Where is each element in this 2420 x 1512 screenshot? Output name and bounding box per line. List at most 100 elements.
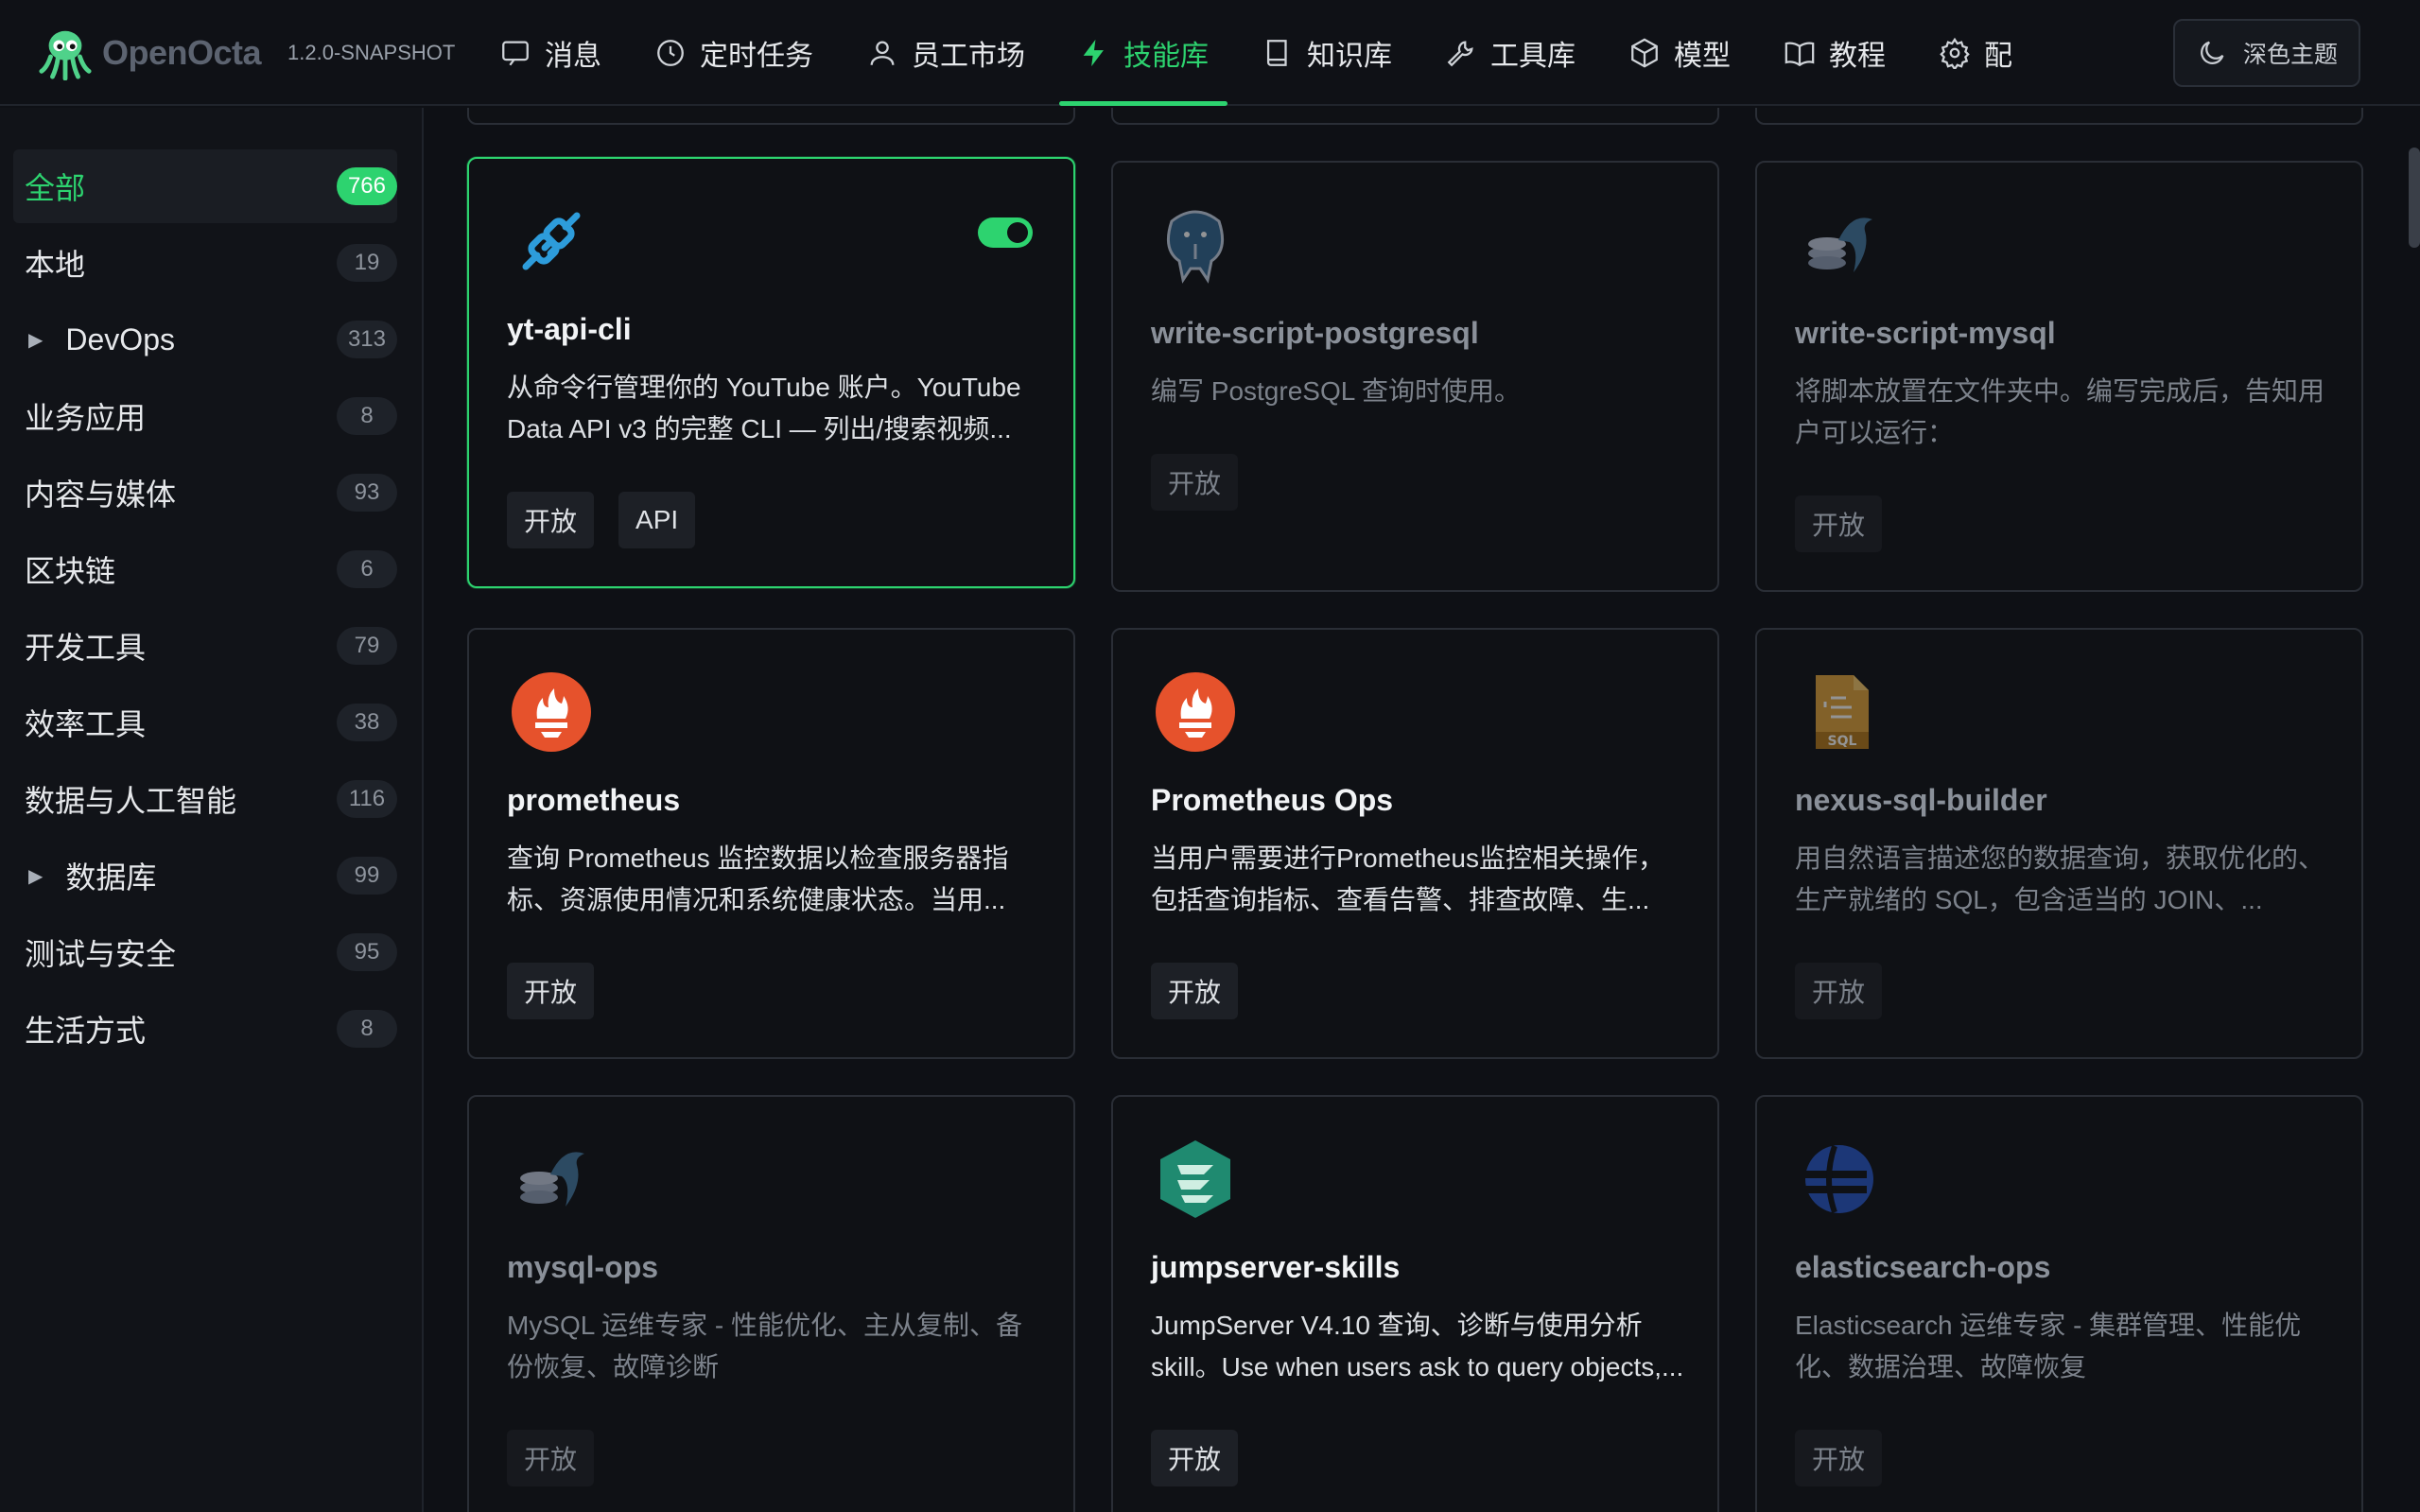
- version-label: 1.2.0-SNAPSHOT: [287, 41, 456, 64]
- tag-list: 开放 API: [507, 492, 720, 548]
- nav-label: 知识库: [1307, 41, 1392, 72]
- skill-description: 查询 Prometheus 监控数据以检查服务器指标、资源使用情况和系统健康状态…: [507, 843, 1009, 914]
- book-icon: [1266, 40, 1287, 66]
- skill-title: yt-api-cli: [507, 312, 632, 346]
- skill-description: JumpServer V4.10 查询、诊断与使用分析 skill。Use wh…: [1151, 1311, 1684, 1382]
- plug-icon: [522, 212, 581, 270]
- category-count-badge: 766: [336, 167, 397, 205]
- category-count-badge: 38: [337, 704, 397, 741]
- mysql-dolphin-icon: [520, 1152, 584, 1207]
- category-sidebar: 全部 766 本地 19 ▶ DevOps 313 业务应用 8 内容与媒体 9…: [0, 108, 424, 1512]
- skill-description: 当用户需要进行Prometheus监控相关操作，包括查询指标、查看告警、排查故障…: [1151, 843, 1664, 914]
- category-label: 区块链: [25, 554, 116, 588]
- tag-open: 开放: [507, 1430, 595, 1486]
- brand[interactable]: OpenOcta 1.2.0-SNAPSHOT: [38, 25, 455, 81]
- nav-item-config[interactable]: 配: [1920, 0, 2031, 106]
- category-count-badge: 93: [337, 474, 397, 512]
- category-local[interactable]: 本地 19: [13, 226, 397, 300]
- tag-open: 开放: [507, 963, 595, 1019]
- category-database[interactable]: ▶ 数据库 99: [13, 839, 397, 912]
- skill-card-partial[interactable]: [1111, 108, 1719, 125]
- category-count-badge: 99: [337, 857, 397, 895]
- skill-card-partial[interactable]: [467, 108, 1075, 125]
- category-data-ai[interactable]: 数据与人工智能 116: [13, 762, 397, 836]
- tag-open: 开放: [1795, 963, 1883, 1019]
- skill-card-write-script-postgresql[interactable]: write-script-postgresql 编写 PostgreSQL 查询…: [1111, 161, 1719, 592]
- category-count-badge: 79: [337, 627, 397, 665]
- brand-name: OpenOcta: [102, 33, 262, 72]
- category-testing-security[interactable]: 测试与安全 95: [13, 915, 397, 989]
- nav-item-messages[interactable]: 消息: [480, 0, 620, 106]
- category-content-media[interactable]: 内容与媒体 93: [13, 456, 397, 530]
- skill-description: Elasticsearch 运维专家 - 集群管理、性能优化、数据治理、故障恢复: [1795, 1311, 2302, 1382]
- scrollbar-thumb[interactable]: [2409, 148, 2420, 248]
- tag-open: 开放: [1151, 963, 1239, 1019]
- prometheus-flame-icon: [1156, 672, 1235, 752]
- category-label: 生活方式: [25, 1014, 147, 1048]
- category-blockchain[interactable]: 区块链 6: [13, 532, 397, 606]
- message-icon: [502, 41, 529, 66]
- skill-card-mysql-ops[interactable]: mysql-ops MySQL 运维专家 - 性能优化、主从复制、备份恢复、故障…: [467, 1095, 1075, 1512]
- category-dev-tools[interactable]: 开发工具 79: [13, 609, 397, 683]
- skill-card-nexus-sql-builder[interactable]: SQL nexus-sql-builder 用自然语言描述您的数据查询，获取优化…: [1755, 628, 2363, 1059]
- nav-label: 配: [1984, 41, 2012, 72]
- open-book-icon: [1785, 42, 1815, 67]
- skill-title: prometheus: [507, 783, 681, 817]
- skill-description: 用自然语言描述您的数据查询，获取优化的、生产就绪的 SQL，包含适当的 JOIN…: [1795, 843, 2325, 914]
- category-label: 业务应用: [25, 401, 147, 435]
- nav-item-models[interactable]: 模型: [1610, 0, 1750, 106]
- category-label: DevOps: [65, 322, 175, 356]
- skill-description: MySQL 运维专家 - 性能优化、主从复制、备份恢复、故障诊断: [507, 1311, 1022, 1382]
- gear-icon: [1940, 37, 1970, 69]
- postgresql-elephant-icon: [1166, 210, 1225, 284]
- expand-caret-icon[interactable]: ▶: [28, 328, 43, 352]
- skill-title: write-script-postgresql: [1151, 316, 1479, 350]
- skill-card-jumpserver-skills[interactable]: jumpserver-skills JumpServer V4.10 查询、诊断…: [1111, 1095, 1719, 1512]
- category-label: 本地: [25, 248, 86, 282]
- nav-label: 员工市场: [912, 41, 1025, 72]
- category-business-apps[interactable]: 业务应用 8: [13, 379, 397, 453]
- skill-description: 编写 PostgreSQL 查询时使用。: [1151, 376, 1522, 406]
- tag-open: 开放: [1151, 454, 1239, 511]
- nav-label: 定时任务: [700, 41, 813, 72]
- skill-description: 将脚本放置在文件夹中。编写完成后，告知用户可以运行：: [1795, 376, 2325, 447]
- expand-caret-icon[interactable]: ▶: [28, 864, 43, 888]
- category-count-badge: 313: [336, 321, 397, 358]
- category-label: 数据与人工智能: [25, 784, 237, 818]
- nav-item-knowledge-base[interactable]: 知识库: [1243, 0, 1411, 106]
- category-devops[interactable]: ▶ DevOps 313: [13, 303, 397, 376]
- category-all[interactable]: 全部 766: [13, 149, 397, 223]
- tag-list: 开放: [1151, 1430, 1262, 1486]
- enable-toggle[interactable]: [978, 217, 1033, 248]
- moon-icon: [2201, 41, 2224, 64]
- skill-card-prometheus[interactable]: prometheus 查询 Prometheus 监控数据以检查服务器指标、资源…: [467, 628, 1075, 1059]
- skill-card-elasticsearch-ops[interactable]: elasticsearch-ops Elasticsearch 运维专家 - 集…: [1755, 1095, 2363, 1512]
- elasticsearch-icon: [1804, 1145, 1873, 1213]
- nav-item-tutorials[interactable]: 教程: [1765, 0, 1905, 106]
- skill-card-write-script-mysql[interactable]: write-script-mysql 将脚本放置在文件夹中。编写完成后，告知用户…: [1755, 161, 2363, 592]
- skill-title: jumpserver-skills: [1151, 1250, 1401, 1284]
- nav-item-tools[interactable]: 工具库: [1426, 0, 1594, 106]
- prometheus-flame-icon: [512, 672, 591, 752]
- category-count-badge: 19: [337, 244, 397, 282]
- clock-icon: [657, 40, 684, 66]
- skill-card-prometheus-ops[interactable]: Prometheus Ops 当用户需要进行Prometheus监控相关操作，包…: [1111, 628, 1719, 1059]
- mysql-dolphin-icon: [1808, 217, 1872, 272]
- skill-title: Prometheus Ops: [1151, 783, 1394, 817]
- category-lifestyle[interactable]: 生活方式 8: [13, 992, 397, 1066]
- tag-list: 开放: [1151, 963, 1262, 1019]
- cube-icon: [1631, 38, 1658, 68]
- nav-item-employee-market[interactable]: 员工市场: [847, 0, 1044, 106]
- nav-item-skills[interactable]: 技能库: [1059, 0, 1227, 106]
- skill-description: 从命令行管理你的 YouTube 账户。YouTube Data API v3 …: [507, 373, 1021, 443]
- nav-item-scheduled-tasks[interactable]: 定时任务: [635, 0, 832, 106]
- nav-label: 模型: [1674, 41, 1731, 72]
- skill-card-yt-api-cli[interactable]: yt-api-cli 从命令行管理你的 YouTube 账户。YouTube D…: [467, 157, 1075, 588]
- category-productivity[interactable]: 效率工具 38: [13, 686, 397, 759]
- theme-toggle-button[interactable]: 深色主题: [2173, 19, 2360, 87]
- category-count-badge: 95: [337, 933, 397, 971]
- nav-label: 技能库: [1123, 41, 1209, 72]
- skill-card-partial[interactable]: [1755, 108, 2363, 125]
- category-label: 测试与安全: [25, 937, 177, 971]
- category-label: 内容与媒体: [25, 478, 177, 512]
